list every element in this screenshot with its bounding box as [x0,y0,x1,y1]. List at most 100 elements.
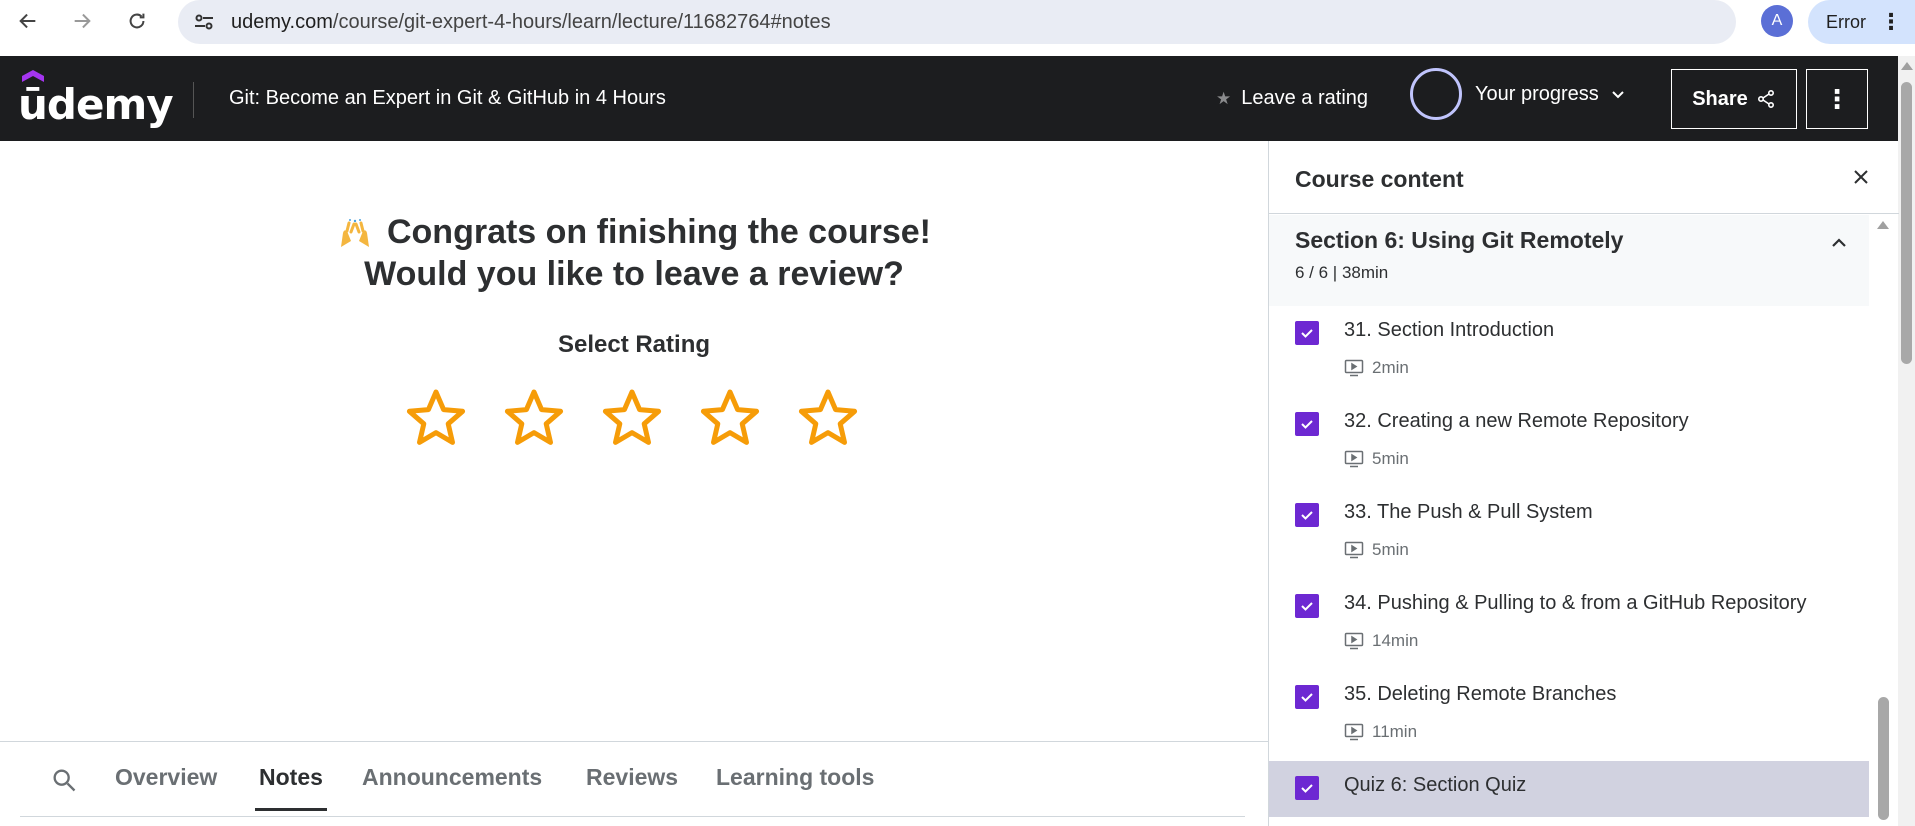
lecture-item[interactable]: 34. Pushing & Pulling to & from a GitHub… [1269,579,1869,670]
course-content-sidebar: Course content Section 6: Using Git Remo… [1268,141,1899,826]
scroll-thumb[interactable] [1878,697,1889,820]
completed-checkbox[interactable] [1295,321,1319,345]
course-header: ūdemy Git: Become an Expert in Git & Git… [0,56,1898,141]
checkmark-icon [1301,329,1313,338]
lecture-duration: 14min [1344,631,1418,651]
checkmark-icon [1301,420,1313,429]
current-lecture-item[interactable]: Quiz 6: Section Quiz [1269,761,1869,817]
checkmark-icon [1301,784,1313,793]
rating-stars [404,387,860,456]
back-button[interactable] [8,1,48,41]
logo-text: ūdemy [18,80,174,129]
rating-star-3[interactable] [600,387,664,456]
star-outline-icon [798,389,858,445]
sidebar-title: Course content [1295,166,1464,192]
share-button[interactable]: Share [1671,69,1797,129]
star-outline-icon [406,389,466,445]
url-text: udemy.com/course/git-expert-4-hours/lear… [231,11,831,33]
lecture-title: 32. Creating a new Remote Repository [1344,410,1689,432]
arrow-right-icon [74,13,91,29]
select-rating-label: Select Rating [557,331,711,358]
completed-checkbox[interactable] [1295,685,1319,709]
scroll-up-arrow-icon[interactable] [1877,221,1889,229]
lecture-item[interactable]: 35. Deleting Remote Branches 11min [1269,670,1869,761]
tab-learning-tools[interactable]: Learning tools [716,764,874,791]
lecture-duration: 11min [1344,722,1417,742]
lecture-title: 33. The Push & Pull System [1344,501,1593,523]
tabs-divider [20,816,1245,817]
rating-star-2[interactable] [502,387,566,456]
arrow-left-icon [19,13,36,29]
udemy-logo[interactable]: ūdemy [18,70,174,129]
scroll-thumb[interactable] [1901,82,1912,364]
error-button[interactable]: Error ⋮ [1808,0,1915,44]
congrats-line-1: Congrats on finishing the course! [386,213,932,251]
checkmark-icon [1301,693,1313,702]
video-icon [1344,541,1364,559]
tab-announcements[interactable]: Announcements [362,764,542,791]
lecture-duration-label: 5min [1372,449,1409,468]
lecture-duration-label: 11min [1372,722,1418,741]
section-title: Section 6: Using Git Remotely [1295,227,1624,253]
lecture-duration: 5min [1344,449,1409,469]
tab-reviews[interactable]: Reviews [586,764,678,791]
congrats-heading: Congrats on finishing the course! Would … [0,211,1268,295]
section-meta: 6 / 6 | 38min [1295,263,1389,282]
leave-rating-link[interactable]: ★ Leave a rating [1216,87,1368,110]
lecture-duration: 5min [1344,540,1409,560]
lecture-item[interactable]: 31. Section Introduction 2min [1269,306,1869,397]
close-icon[interactable] [1849,165,1873,189]
lecture-title: Quiz 6: Section Quiz [1344,774,1527,796]
search-icon[interactable] [50,766,78,794]
reload-icon [129,13,145,29]
vertical-dots-icon: ⋮ [1824,83,1850,114]
review-prompt: Congrats on finishing the course! Would … [0,141,1268,741]
rating-star-1[interactable] [404,387,468,456]
checkmark-icon [1301,511,1313,520]
browser-toolbar: udemy.com/course/git-expert-4-hours/lear… [0,0,1915,56]
address-bar[interactable]: udemy.com/course/git-expert-4-hours/lear… [178,0,1895,44]
lecture-duration: 2min [1344,358,1409,378]
scroll-up-arrow-icon[interactable] [1901,62,1913,70]
lecture-title: 34. Pushing & Pulling to & from a GitHub… [1344,592,1807,614]
share-icon [1757,89,1774,109]
lecture-item[interactable]: 33. The Push & Pull System 5min [1269,488,1869,579]
reload-button[interactable] [117,1,157,41]
course-title[interactable]: Git: Become an Expert in Git & GitHub in… [229,87,666,110]
lecture-title: 35. Deleting Remote Branches [1344,683,1617,705]
video-icon [1344,723,1364,741]
completed-checkbox[interactable] [1295,412,1319,436]
more-options-button[interactable]: ⋮ [1806,69,1868,129]
video-icon [1344,359,1364,377]
kebab-menu-icon: ⋮ [1880,9,1902,34]
progress-dropdown[interactable]: Your progress [1475,83,1625,106]
completed-checkbox[interactable] [1295,503,1319,527]
tab-overview[interactable]: Overview [115,764,217,791]
tab-notes[interactable]: Notes [255,764,327,811]
rating-star-4[interactable] [698,387,762,456]
rating-star-5[interactable] [796,387,860,456]
video-icon [1344,450,1364,468]
raising-hands-icon [340,219,369,248]
forward-button[interactable] [62,1,102,41]
progress-ring[interactable] [1410,68,1462,120]
sidebar-header: Course content [1269,141,1899,214]
congrats-line-2: Would you like to leave a review? [364,255,904,293]
header-divider [193,82,194,118]
page-scrollbar[interactable] [1898,56,1915,826]
chevron-up-icon [1832,238,1846,247]
star-icon: ★ [1216,88,1232,108]
sidebar-scrollbar[interactable] [1875,215,1892,826]
lecture-item[interactable]: 32. Creating a new Remote Repository 5min [1269,397,1869,488]
site-info-icon[interactable] [192,10,216,34]
leave-rating-label: Leave a rating [1241,87,1369,109]
completed-checkbox[interactable] [1295,776,1319,800]
lecture-duration-label: 2min [1372,358,1409,377]
video-icon [1344,632,1364,650]
lecture-title: 31. Section Introduction [1344,319,1555,341]
star-outline-icon [700,389,760,445]
profile-avatar[interactable]: A [1761,5,1793,37]
lecture-duration-label: 5min [1372,540,1409,559]
completed-checkbox[interactable] [1295,594,1319,618]
section-header[interactable]: Section 6: Using Git Remotely 6 / 6 | 38… [1269,215,1869,306]
